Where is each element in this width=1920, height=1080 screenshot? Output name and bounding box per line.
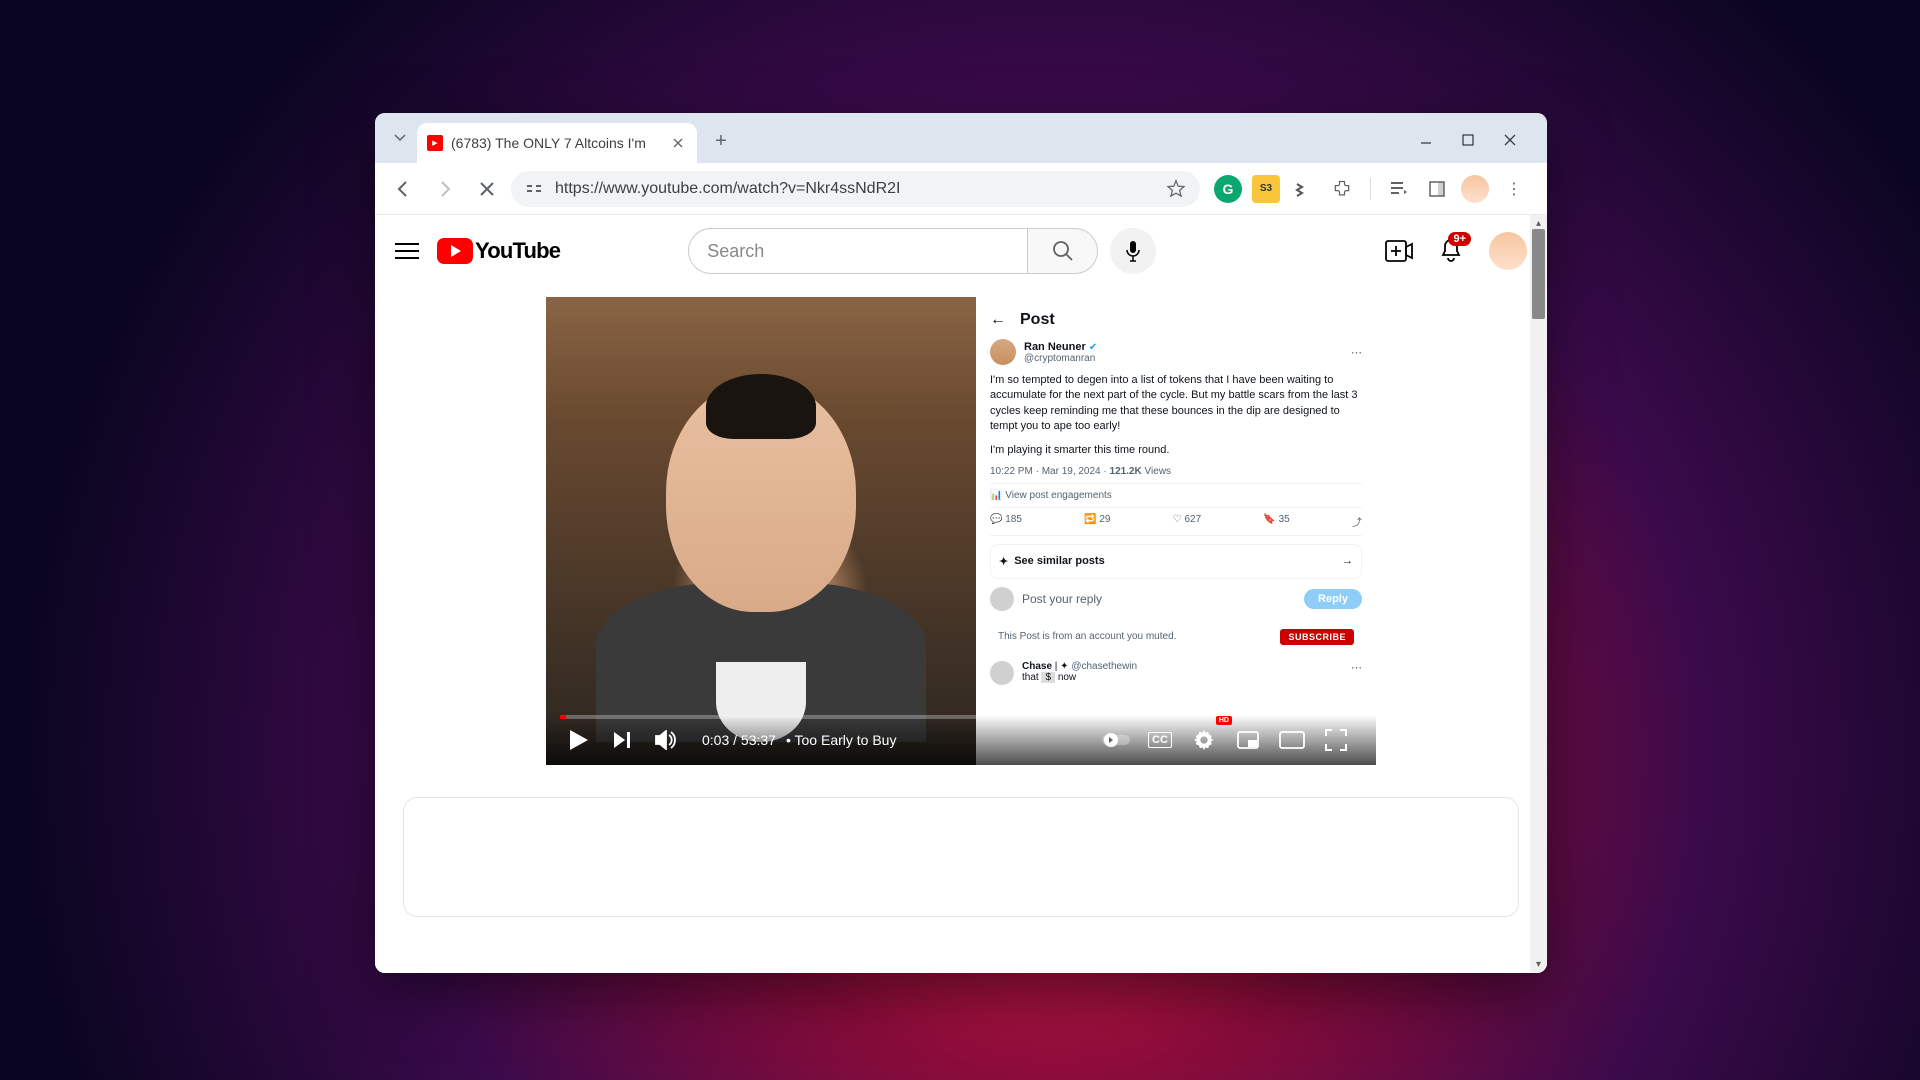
reply-user-avatar [990,661,1014,685]
likes-count: ♡ 627 [1173,514,1201,529]
tweet-author-name: Ran Neuner [1024,341,1086,353]
tweet-author-avatar [990,339,1016,365]
arrow-right-icon: → [1342,555,1353,567]
bookmarks-count: 🔖 35 [1263,514,1289,529]
chrome-menu-button[interactable]: ⋮ [1499,179,1529,199]
account-avatar[interactable] [1489,232,1527,270]
volume-button[interactable] [648,722,684,758]
youtube-play-icon [437,238,473,264]
separator [1370,178,1371,200]
fullscreen-button[interactable] [1318,722,1354,758]
presenter-figure [626,352,896,702]
guide-menu-button[interactable] [395,239,419,263]
scroll-down-arrow-icon[interactable]: ▾ [1530,956,1547,973]
reply-input-row: Post your reply Reply [990,587,1362,611]
captions-button[interactable]: CC [1142,722,1178,758]
video-player[interactable]: ← Post Ran Neuner ✔ @cryptomanran ⋯ I'm … [546,297,1376,765]
url-text: https://www.youtube.com/watch?v=Nkr4ssNd… [555,180,900,198]
reply-button: Reply [1304,589,1362,609]
maximize-button[interactable] [1461,133,1479,151]
stop-reload-button[interactable] [469,171,505,207]
tab-close-button[interactable] [669,134,687,152]
search-input[interactable]: Search [688,228,1028,274]
youtube-logo[interactable]: YouTube [437,238,560,264]
close-window-button[interactable] [1503,133,1521,151]
reply-more-icon: ⋯ [1351,661,1362,674]
extension-icons: G S3 ⋮ [1206,175,1537,203]
autoplay-toggle[interactable] [1098,722,1134,758]
youtube-header: YouTube Search 9+ [375,215,1547,287]
retweets-count: 🔁 29 [1084,514,1110,529]
tab-strip: (6783) The ONLY 7 Altcoins I'm + [375,113,1547,163]
theater-button[interactable] [1274,722,1310,758]
back-button[interactable] [385,171,421,207]
youtube-favicon-icon [427,135,443,151]
next-button[interactable] [604,722,640,758]
search-button[interactable] [1028,228,1098,274]
share-icon: ⤴ [1352,514,1362,529]
tweet-body-2: I'm playing it smarter this time round. [990,443,1362,458]
miniplayer-button[interactable] [1230,722,1266,758]
tweet-actions-row: 💬 185 🔁 29 ♡ 627 🔖 35 ⤴ [990,507,1362,536]
new-tab-button[interactable]: + [705,125,737,157]
video-container: ← Post Ran Neuner ✔ @cryptomanran ⋯ I'm … [546,297,1376,765]
minimize-button[interactable] [1419,133,1437,151]
sparkle-icon: ✦ [999,555,1008,568]
tab-search-dropdown[interactable] [383,121,417,155]
back-arrow-icon: ← [990,311,1006,329]
engagements-link: 📊 View post engagements [990,483,1362,501]
reading-list-icon[interactable] [1385,175,1413,203]
reply-placeholder: Post your reply [1022,592,1296,606]
tab-title: (6783) The ONLY 7 Altcoins I'm [451,135,661,151]
tweet-panel: ← Post Ran Neuner ✔ @cryptomanran ⋯ I'm … [976,297,1376,765]
notification-count-badge: 9+ [1448,232,1471,246]
comments-count: 💬 185 [990,514,1022,529]
reply-item: Chase | ✦ @chasethewin that $ now ⋯ [990,661,1362,685]
time-display: 0:03 / 53:37 [702,732,776,748]
page-content: YouTube Search 9+ [375,215,1547,973]
muted-account-banner: This Post is from an account you muted. … [990,621,1362,653]
tweet-more-icon: ⋯ [1351,346,1362,359]
tweet-body-1: I'm so tempted to degen into a list of t… [990,373,1362,435]
voice-search-button[interactable] [1110,228,1156,274]
subscribe-overlay-badge: SUBSCRIBE [1280,629,1354,645]
header-actions: 9+ [1385,232,1527,270]
player-controls: 0:03 / 53:37 • Too Early to Buy CC HD [546,715,1376,765]
tweet-author-handle: @cryptomanran [1024,353,1097,364]
browser-tab[interactable]: (6783) The ONLY 7 Altcoins I'm [417,123,697,163]
hd-badge: HD [1216,716,1232,725]
tweet-author-row: Ran Neuner ✔ @cryptomanran ⋯ [990,339,1362,365]
profile-avatar-button[interactable] [1461,175,1489,203]
extensions-menu-icon[interactable] [1328,175,1356,203]
notifications-button[interactable]: 9+ [1439,238,1463,264]
window-controls [1419,133,1539,151]
site-info-icon[interactable] [525,179,545,199]
settings-button[interactable]: HD [1186,722,1222,758]
description-card [403,797,1519,917]
extension-grammarly-icon[interactable]: G [1214,175,1242,203]
search-container: Search [688,228,1156,274]
toolbar: https://www.youtube.com/watch?v=Nkr4ssNd… [375,163,1547,215]
browser-window: (6783) The ONLY 7 Altcoins I'm + https:/… [375,113,1547,973]
post-heading: Post [1020,311,1055,329]
forward-button[interactable] [427,171,463,207]
vertical-scrollbar[interactable]: ▴ ▾ [1530,215,1547,973]
extension-todoist-icon[interactable] [1290,175,1318,203]
play-button[interactable] [560,722,596,758]
tweet-header: ← Post [990,307,1362,339]
youtube-logo-text: YouTube [475,238,560,264]
extension-s3-icon[interactable]: S3 [1252,175,1280,203]
chapter-title[interactable]: • Too Early to Buy [786,732,896,748]
scrollbar-thumb[interactable] [1532,229,1545,319]
similar-posts-button: ✦ See similar posts → [990,544,1362,579]
reply-avatar [990,587,1014,611]
address-bar[interactable]: https://www.youtube.com/watch?v=Nkr4ssNd… [511,171,1200,207]
video-frame-left [546,297,976,765]
side-panel-icon[interactable] [1423,175,1451,203]
tweet-timestamp: 10:22 PM · Mar 19, 2024 · 121.2K Views [990,466,1362,477]
bookmark-star-icon[interactable] [1166,179,1186,199]
create-button[interactable] [1385,240,1413,262]
verified-badge-icon: ✔ [1089,342,1097,353]
